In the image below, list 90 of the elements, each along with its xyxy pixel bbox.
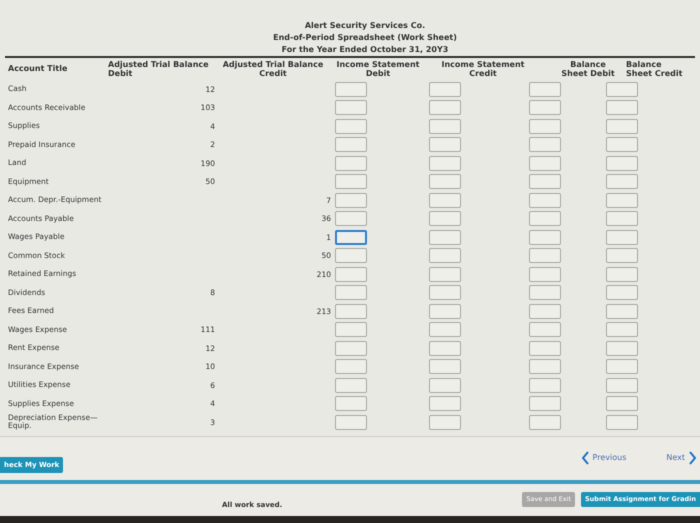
amount-input[interactable] [429,100,461,116]
column-header: Income Statement Debit [336,60,420,78]
amount-input[interactable] [529,414,561,430]
amount-input[interactable] [606,340,638,356]
amount-input[interactable] [335,230,367,245]
column-header: Income Statement Credit [440,60,526,78]
amount-input[interactable] [606,211,638,226]
amount-input[interactable] [529,137,561,152]
amount-input[interactable] [529,359,561,374]
amount-input[interactable] [429,156,461,171]
amount-input[interactable] [529,248,561,264]
sheet-heading: For the Year Ended October 31, 20Y3 [282,44,448,56]
column-header: Balance Sheet Credit [626,60,684,78]
amount-input[interactable] [429,266,461,282]
amount-input[interactable] [529,100,561,116]
amount-input[interactable] [335,174,367,190]
amount-input[interactable] [606,285,638,300]
amount-input[interactable] [606,359,638,374]
amount-input[interactable] [606,248,638,264]
amount-input[interactable] [529,118,561,134]
chevron-left-icon [582,451,589,465]
previous-button[interactable]: Previous [582,451,626,465]
amount-input[interactable] [429,340,461,356]
amount-input[interactable] [606,82,638,97]
amount-input[interactable] [335,340,367,356]
amount-input[interactable] [335,137,367,152]
amount-input[interactable] [529,82,561,97]
amount-input[interactable] [529,322,561,338]
amount-input[interactable] [606,100,638,116]
amount-input[interactable] [606,266,638,282]
amount-input[interactable] [529,230,561,245]
amount-input[interactable] [606,304,638,319]
amount-input[interactable] [429,211,461,226]
amount-input[interactable] [335,322,367,338]
amount-input[interactable] [606,192,638,208]
amount-input[interactable] [335,118,367,134]
amount-input[interactable] [606,230,638,245]
amount-input[interactable] [429,285,461,300]
amount-input[interactable] [529,156,561,171]
amount-input[interactable] [335,378,367,393]
amount-input[interactable] [335,414,367,430]
amount-input[interactable] [429,396,461,412]
amount-input[interactable] [335,266,367,282]
sheet-heading: Alert Security Services Co. [304,20,426,32]
column-header: Balance Sheet Debit [560,60,616,78]
amount-input[interactable] [529,174,561,190]
amount-input[interactable] [529,211,561,226]
amount-input[interactable] [529,192,561,208]
amount-input[interactable] [429,118,461,134]
amount-input[interactable] [335,192,367,208]
amount-input[interactable] [335,211,367,226]
sheet-heading: End-of-Period Spreadsheet (Work Sheet) [273,32,457,44]
amount-input[interactable] [429,414,461,430]
amount-input[interactable] [429,359,461,374]
amount-input[interactable] [529,304,561,319]
amount-input[interactable] [529,266,561,282]
amount-input[interactable] [335,285,367,300]
amount-input[interactable] [606,378,638,393]
amount-input[interactable] [429,137,461,152]
amount-input[interactable] [335,304,367,319]
amount-input[interactable] [529,396,561,412]
amount-input[interactable] [606,174,638,190]
amount-input[interactable] [606,137,638,152]
amount-input[interactable] [429,230,461,245]
amount-input[interactable] [606,156,638,171]
amount-input[interactable] [606,414,638,430]
amount-input[interactable] [529,378,561,393]
next-button[interactable]: Next [666,451,696,465]
chevron-right-icon [689,451,696,465]
column-header: Account Title [8,64,68,73]
amount-input[interactable] [335,359,367,374]
amount-input[interactable] [529,285,561,300]
column-header: Adjusted Trial Balance Debit [108,60,210,78]
column-header: Adjusted Trial Balance Credit [222,60,324,78]
amount-input[interactable] [529,340,561,356]
amount-input[interactable] [429,378,461,393]
amount-input[interactable] [429,174,461,190]
amount-input[interactable] [606,396,638,412]
amount-input[interactable] [335,82,367,97]
amount-input[interactable] [429,192,461,208]
amount-input[interactable] [429,248,461,264]
amount-input[interactable] [606,322,638,338]
amount-input[interactable] [429,322,461,338]
amount-input[interactable] [335,248,367,264]
amount-input[interactable] [335,396,367,412]
amount-input[interactable] [335,100,367,116]
amount-input[interactable] [429,304,461,319]
amount-input[interactable] [335,156,367,171]
amount-input[interactable] [429,82,461,97]
amount-input[interactable] [606,118,638,134]
